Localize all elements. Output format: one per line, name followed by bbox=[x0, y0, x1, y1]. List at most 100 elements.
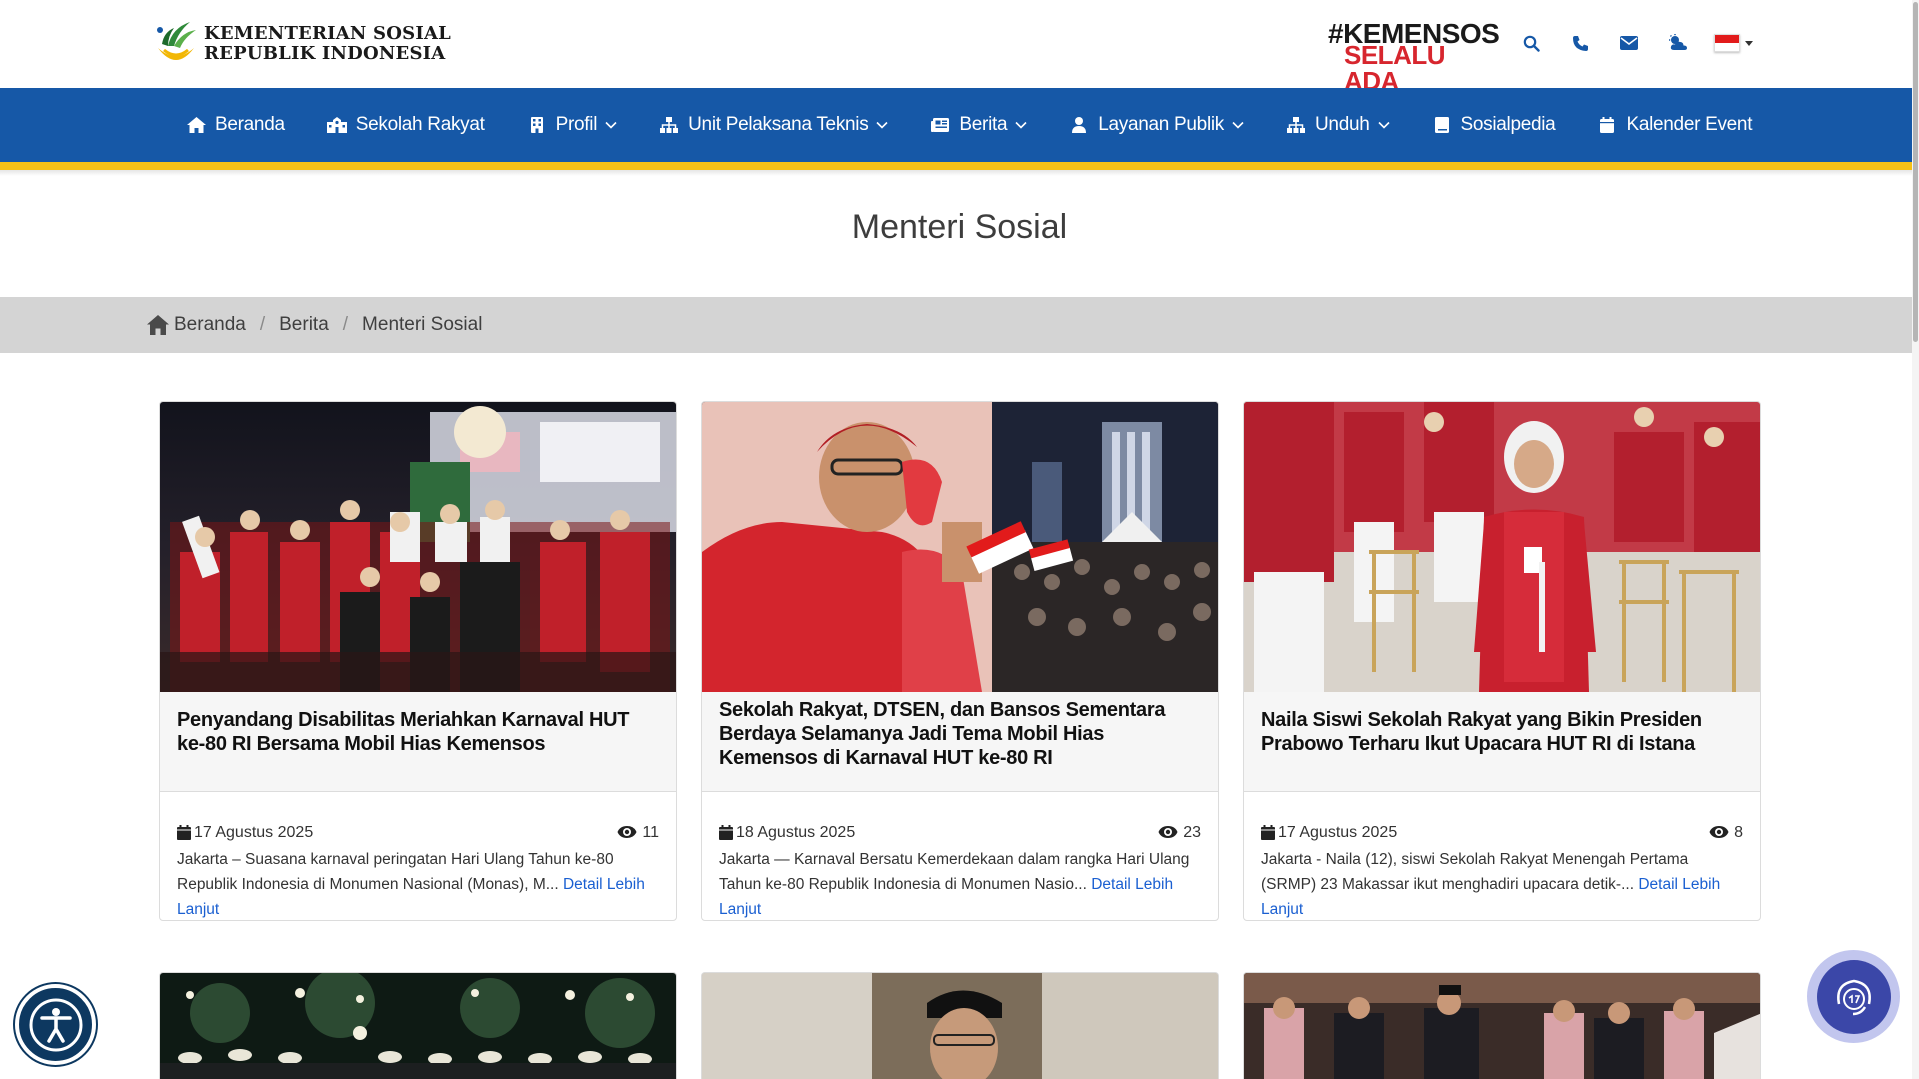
news-excerpt: Jakarta – Suasana karnaval peringatan Ha… bbox=[177, 847, 659, 920]
nav-menu: Beranda Sekolah Rakyat Profil Unit Pelak… bbox=[186, 88, 1752, 162]
breadcrumb-current: Menteri Sosial bbox=[362, 314, 483, 335]
breadcrumb: Beranda / Berita / Menteri Sosial bbox=[147, 297, 482, 353]
news-card[interactable]: Penyandang Disabilitas Meriahkan Karnava… bbox=[159, 401, 677, 921]
nav-label: Unit Pelaksana Teknis bbox=[688, 114, 869, 135]
nav-item-sekolah-rakyat[interactable]: Sekolah Rakyat bbox=[326, 114, 485, 136]
news-card-partial[interactable] bbox=[701, 972, 1219, 1079]
news-card-partial[interactable] bbox=[1243, 972, 1761, 1079]
news-image[interactable] bbox=[702, 402, 1218, 692]
news-image[interactable] bbox=[160, 402, 676, 692]
nav-label: Profil bbox=[555, 114, 598, 135]
home-icon bbox=[186, 115, 206, 135]
newspaper-icon bbox=[930, 115, 950, 135]
news-title[interactable]: Penyandang Disabilitas Meriahkan Karnava… bbox=[177, 708, 659, 756]
nav-item-layanan-publik[interactable]: Layanan Publik bbox=[1069, 114, 1244, 136]
campaign-hashtag: #KEMENSOS SELALU ADA bbox=[1328, 20, 1500, 95]
news-card[interactable]: Naila Siswi Sekolah Rakyat yang Bikin Pr… bbox=[1243, 401, 1761, 921]
news-card-partial[interactable] bbox=[159, 972, 677, 1079]
book-icon bbox=[1432, 115, 1452, 135]
nav-item-berita[interactable]: Berita bbox=[930, 114, 1027, 136]
news-title[interactable]: Sekolah Rakyat, DTSEN, dan Bansos Sement… bbox=[719, 698, 1201, 770]
card-header: Naila Siswi Sekolah Rakyat yang Bikin Pr… bbox=[1244, 692, 1760, 792]
nav-label: Sekolah Rakyat bbox=[355, 114, 485, 135]
building-icon bbox=[527, 115, 547, 135]
news-image[interactable] bbox=[160, 973, 677, 1079]
card-header: Penyandang Disabilitas Meriahkan Karnava… bbox=[160, 692, 676, 792]
search-icon[interactable] bbox=[1518, 30, 1544, 56]
nav-item-beranda[interactable]: Beranda bbox=[186, 114, 285, 136]
nav-item-kalender-event[interactable]: Kalender Event bbox=[1597, 114, 1752, 136]
accessibility-icon bbox=[29, 998, 82, 1051]
news-excerpt: Jakarta — Karnaval Bersatu Kemerdekaan d… bbox=[719, 847, 1201, 920]
card-body: 17 Agustus 2025 11 Jakarta – Suasana kar… bbox=[177, 822, 659, 920]
support-chat-button[interactable] bbox=[1807, 950, 1900, 1043]
breadcrumb-berita[interactable]: Berita bbox=[279, 314, 329, 336]
nav-label: Sosialpedia bbox=[1460, 114, 1556, 135]
chevron-down-icon bbox=[605, 121, 617, 129]
calendar-icon bbox=[1261, 824, 1275, 840]
logo-line-2: REPUBLIK INDONESIA bbox=[204, 43, 446, 64]
scrollbar-thumb[interactable] bbox=[1913, 2, 1918, 342]
breadcrumb-beranda[interactable]: Beranda bbox=[174, 314, 246, 336]
card-body: 17 Agustus 2025 8 Jakarta - Naila (12), … bbox=[1261, 822, 1743, 920]
nav-label: Kalender Event bbox=[1626, 114, 1753, 135]
hashtag-line-2: SELALU ADA bbox=[1344, 40, 1446, 96]
news-date: 17 Agustus 2025 bbox=[1278, 823, 1398, 841]
navbar-shadow bbox=[0, 170, 1919, 176]
news-meta: 17 Agustus 2025 11 bbox=[177, 822, 659, 842]
news-date: 18 Agustus 2025 bbox=[736, 823, 856, 841]
support-headset-icon bbox=[1836, 979, 1871, 1015]
header-icons bbox=[1518, 30, 1753, 56]
page-title: Menteri Sosial bbox=[851, 208, 1068, 246]
nav-label: Berita bbox=[959, 114, 1008, 135]
logo-line-1: KEMENTERIAN SOSIAL bbox=[204, 23, 451, 44]
sitemap-icon bbox=[659, 115, 679, 135]
user-icon bbox=[1069, 115, 1089, 135]
chevron-down-icon bbox=[876, 121, 888, 129]
mail-icon[interactable] bbox=[1616, 30, 1642, 56]
breadcrumb-separator: / bbox=[342, 314, 349, 335]
news-meta: 18 Agustus 2025 23 bbox=[719, 822, 1201, 842]
accessibility-button[interactable] bbox=[15, 984, 96, 1065]
calendar-icon bbox=[177, 824, 191, 840]
logo-emblem-icon bbox=[154, 20, 198, 68]
breadcrumb-separator: / bbox=[259, 314, 266, 335]
site-logo[interactable]: KEMENTERIAN SOSIAL REPUBLIK INDONESIA bbox=[154, 20, 451, 68]
news-title[interactable]: Naila Siswi Sekolah Rakyat yang Bikin Pr… bbox=[1261, 708, 1743, 756]
card-header: Sekolah Rakyat, DTSEN, dan Bansos Sement… bbox=[702, 692, 1218, 792]
news-views: 8 bbox=[1734, 823, 1743, 841]
site-header: KEMENTERIAN SOSIAL REPUBLIK INDONESIA #K… bbox=[0, 0, 1919, 95]
nav-item-unduh[interactable]: Unduh bbox=[1286, 114, 1390, 136]
school-icon bbox=[326, 115, 347, 135]
eye-icon bbox=[1709, 826, 1729, 838]
navbar-accent-stripe bbox=[0, 162, 1919, 170]
chevron-down-icon bbox=[1232, 121, 1244, 129]
logo-text: KEMENTERIAN SOSIAL REPUBLIK INDONESIA bbox=[204, 24, 451, 64]
nav-label: Layanan Publik bbox=[1098, 114, 1224, 135]
indonesia-flag-icon bbox=[1714, 34, 1740, 52]
phone-icon[interactable] bbox=[1567, 30, 1593, 56]
news-image[interactable] bbox=[702, 973, 1219, 1079]
calendar-icon bbox=[1597, 115, 1617, 135]
news-views: 11 bbox=[642, 823, 659, 841]
news-views: 23 bbox=[1183, 823, 1201, 841]
news-card[interactable]: Sekolah Rakyat, DTSEN, dan Bansos Sement… bbox=[701, 401, 1219, 921]
download-icon bbox=[1286, 115, 1306, 135]
excerpt-text: Jakarta - Naila (12), siswi Sekolah Raky… bbox=[1261, 851, 1689, 893]
home-icon bbox=[147, 315, 169, 335]
chevron-down-icon bbox=[1015, 121, 1027, 129]
eye-icon bbox=[1158, 826, 1178, 838]
nav-item-sosialpedia[interactable]: Sosialpedia bbox=[1432, 114, 1556, 136]
nav-item-unit-pelaksana-teknis[interactable]: Unit Pelaksana Teknis bbox=[659, 114, 888, 136]
news-meta: 17 Agustus 2025 8 bbox=[1261, 822, 1743, 842]
excerpt-text: Jakarta – Suasana karnaval peringatan Ha… bbox=[177, 851, 614, 893]
language-selector[interactable] bbox=[1714, 34, 1753, 52]
card-body: 18 Agustus 2025 23 Jakarta — Karnaval Be… bbox=[719, 822, 1201, 920]
news-image[interactable] bbox=[1244, 973, 1761, 1079]
nav-item-profil[interactable]: Profil bbox=[527, 114, 618, 136]
calendar-icon bbox=[719, 824, 733, 840]
chat-inner bbox=[1816, 959, 1891, 1034]
news-image[interactable] bbox=[1244, 402, 1760, 692]
nav-label: Unduh bbox=[1315, 114, 1370, 135]
weather-icon[interactable] bbox=[1665, 30, 1691, 56]
